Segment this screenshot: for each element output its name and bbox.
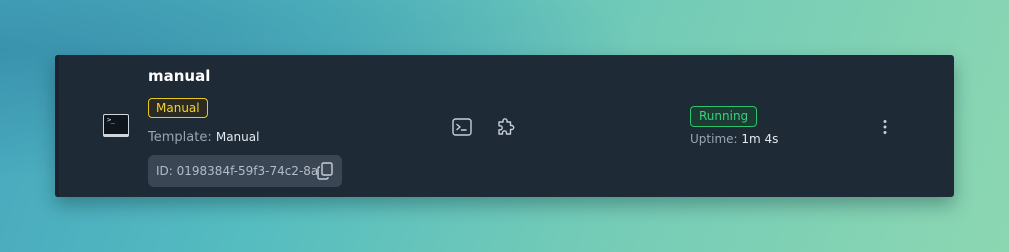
instance-id-chip: ID: 0198384f-59f3-74c2-8a <box>148 155 342 187</box>
more-vertical-icon[interactable] <box>875 115 895 139</box>
puzzle-icon[interactable] <box>495 116 517 138</box>
uptime-value: 1m 4s <box>741 132 779 146</box>
terminal-thumbnail-icon: >_ <box>103 114 129 137</box>
terminal-icon[interactable] <box>451 116 473 138</box>
status-badge: Running <box>690 106 758 127</box>
copy-icon[interactable] <box>317 162 333 180</box>
type-badge: Manual <box>148 98 208 118</box>
instance-card: >_ manual Manual Template: Manual ID: 01… <box>55 55 954 197</box>
template-row: Template: Manual <box>148 130 259 145</box>
uptime-label: Uptime: <box>690 132 738 146</box>
template-label: Template: <box>148 130 212 145</box>
thumbnail-prompt: >_ <box>107 116 115 124</box>
instance-name: manual <box>148 67 211 85</box>
uptime-row: Uptime: 1m 4s <box>690 132 778 146</box>
template-value: Manual <box>215 130 260 144</box>
instance-id-text: ID: 0198384f-59f3-74c2-8a <box>156 164 319 178</box>
